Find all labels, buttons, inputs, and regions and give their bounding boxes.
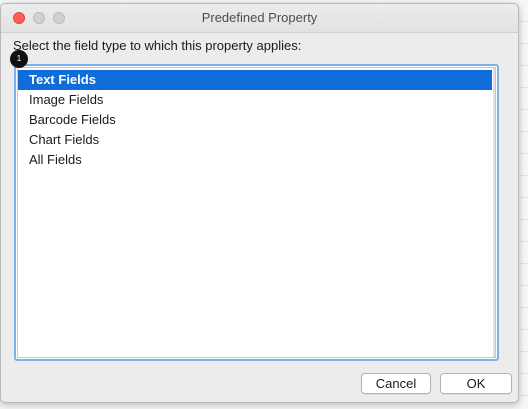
- list-item-chart-fields[interactable]: Chart Fields: [18, 130, 492, 150]
- predefined-property-dialog: Predefined Property Select the field typ…: [0, 3, 519, 403]
- list-item-all-fields[interactable]: All Fields: [18, 150, 492, 170]
- field-type-prompt: Select the field type to which this prop…: [13, 38, 302, 53]
- list-item-barcode-fields[interactable]: Barcode Fields: [18, 110, 492, 130]
- window-title: Predefined Property: [201, 10, 318, 25]
- field-type-list[interactable]: Text Fields Image Fields Barcode Fields …: [14, 64, 499, 361]
- list-item-image-fields[interactable]: Image Fields: [18, 90, 492, 110]
- title-bar[interactable]: Predefined Property: [1, 4, 518, 33]
- field-type-list-frame: Text Fields Image Fields Barcode Fields …: [17, 67, 496, 358]
- ok-button[interactable]: OK: [440, 373, 512, 394]
- list-item-text-fields[interactable]: Text Fields: [18, 70, 492, 90]
- cancel-button[interactable]: Cancel: [361, 373, 431, 394]
- callout-badge: 1: [10, 50, 28, 68]
- list-scrollbar[interactable]: [493, 68, 495, 357]
